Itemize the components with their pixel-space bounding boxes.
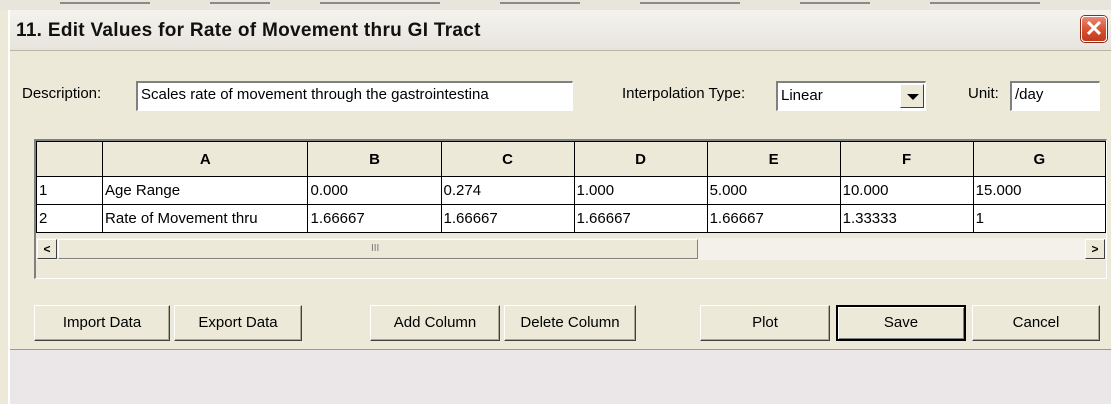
title-bar[interactable]: 11. Edit Values for Rate of Movement thr…	[10, 10, 1111, 51]
window-footer	[10, 350, 1111, 404]
edit-values-dialog: 11. Edit Values for Rate of Movement thr…	[8, 10, 1111, 404]
table-cell[interactable]: 5.000	[706, 176, 841, 205]
column-header-d[interactable]: D	[573, 141, 708, 177]
corner-cell[interactable]	[36, 141, 104, 177]
interpolation-type-value: Linear	[781, 87, 823, 104]
unit-label: Unit:	[968, 85, 999, 102]
dialog-title: 11. Edit Values for Rate of Movement thr…	[16, 20, 481, 41]
table-cell[interactable]: 1.66667	[706, 204, 841, 233]
import-data-button[interactable]: Import Data	[34, 305, 170, 341]
unit-field[interactable]: /day	[1010, 81, 1100, 111]
column-header-b[interactable]: B	[307, 141, 442, 177]
description-label: Description:	[22, 85, 102, 102]
dropdown-button[interactable]	[900, 84, 924, 108]
table-cell[interactable]: 10.000	[839, 176, 974, 205]
horizontal-scrollbar[interactable]: < III >	[36, 238, 1106, 260]
chevron-down-icon	[907, 94, 919, 100]
scrollbar-thumb[interactable]: III	[58, 239, 698, 259]
close-button[interactable]: ✕	[1081, 16, 1107, 42]
row-number[interactable]: 2	[36, 204, 104, 233]
scroll-right-button[interactable]: >	[1085, 239, 1105, 259]
table-cell[interactable]: 1.33333	[839, 204, 974, 233]
plot-button[interactable]: Plot	[700, 305, 830, 341]
background-window-strip	[0, 0, 1111, 10]
table-cell[interactable]: 1.000	[573, 176, 708, 205]
table-cell[interactable]: 1.66667	[440, 204, 575, 233]
table-row: 2 Rate of Movement thru 1.66667 1.66667 …	[36, 204, 1106, 233]
table-cell[interactable]: 0.000	[307, 176, 442, 205]
delete-column-button[interactable]: Delete Column	[504, 305, 636, 341]
scroll-left-button[interactable]: <	[37, 239, 57, 259]
column-header-a[interactable]: A	[102, 141, 309, 177]
close-icon: ✕	[1084, 16, 1104, 41]
values-table: A B C D E F G 1 Age Range 0.000 0.274 1.…	[36, 141, 1106, 233]
add-column-button[interactable]: Add Column	[370, 305, 500, 341]
interpolation-type-select[interactable]: Linear	[776, 81, 926, 111]
values-grid: A B C D E F G 1 Age Range 0.000 0.274 1.…	[34, 139, 1107, 279]
column-header-g[interactable]: G	[972, 141, 1106, 177]
row-number[interactable]: 1	[36, 176, 104, 205]
table-cell[interactable]: 1.66667	[307, 204, 442, 233]
chevron-right-icon: >	[1091, 242, 1099, 256]
chevron-left-icon: <	[43, 242, 51, 256]
column-header-f[interactable]: F	[839, 141, 974, 177]
header-row: A B C D E F G	[36, 141, 1106, 177]
column-header-c[interactable]: C	[440, 141, 575, 177]
save-button[interactable]: Save	[836, 305, 966, 341]
table-cell[interactable]: Rate of Movement thru	[102, 204, 309, 233]
table-cell[interactable]: 1.66667	[573, 204, 708, 233]
grip-icon: III	[371, 243, 380, 254]
table-cell[interactable]: 1	[972, 204, 1106, 233]
description-field[interactable]: Scales rate of movement through the gast…	[136, 81, 573, 111]
dialog-body: Description: Scales rate of movement thr…	[10, 51, 1111, 350]
column-header-e[interactable]: E	[706, 141, 841, 177]
table-cell[interactable]: 0.274	[440, 176, 575, 205]
table-row: 1 Age Range 0.000 0.274 1.000 5.000 10.0…	[36, 176, 1106, 205]
interpolation-type-label: Interpolation Type:	[622, 85, 746, 102]
table-cell[interactable]: 15.000	[972, 176, 1106, 205]
table-cell[interactable]: Age Range	[102, 176, 309, 205]
cancel-button[interactable]: Cancel	[972, 305, 1100, 341]
export-data-button[interactable]: Export Data	[174, 305, 302, 341]
